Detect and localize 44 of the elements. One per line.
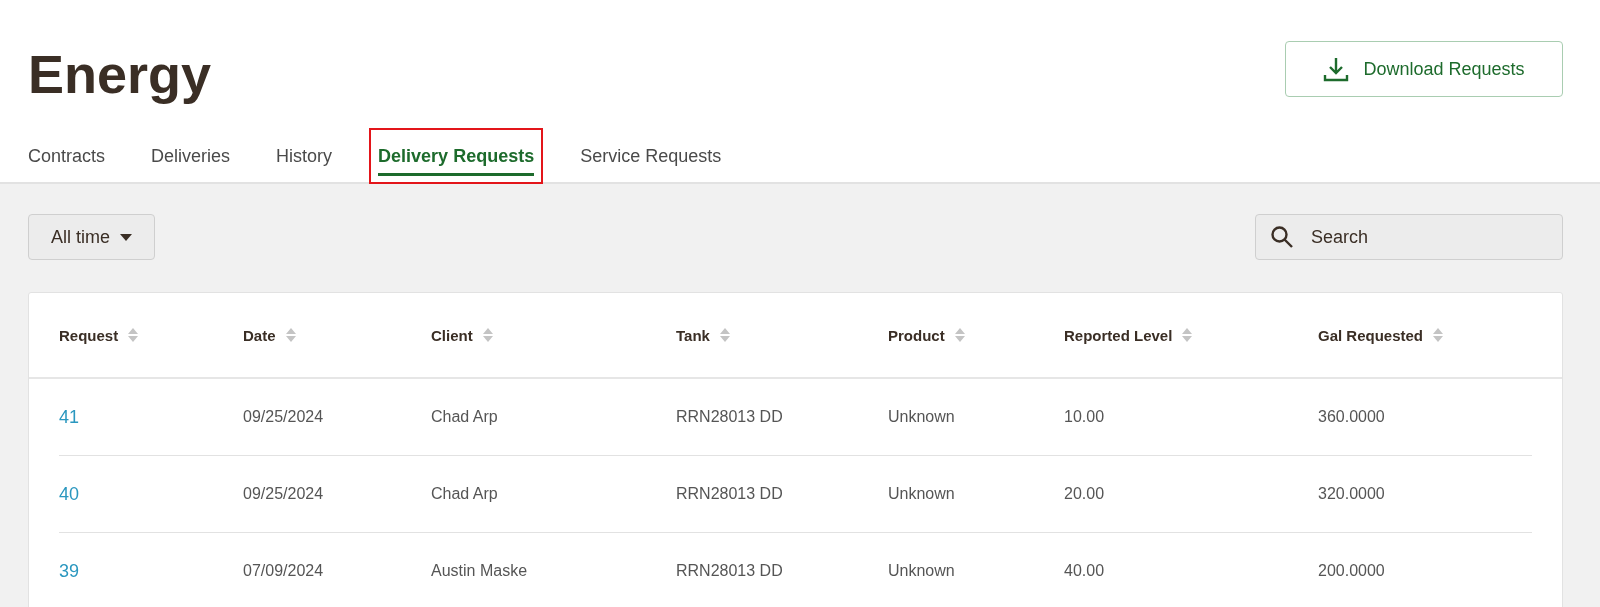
table-cell-text: Chad Arp — [431, 408, 499, 426]
column-header: Product — [888, 326, 945, 344]
tab[interactable]: Service Requests — [573, 130, 729, 182]
sort-icon[interactable] — [1433, 327, 1444, 343]
table-cell-text: Unknown — [888, 408, 956, 426]
table-cell-text: RRN28013 DD — [676, 485, 784, 503]
sort-icon[interactable] — [482, 327, 493, 343]
table-cell-text: Austin Maske — [431, 562, 529, 580]
table-cell-text: 200.0000 — [1318, 562, 1386, 580]
caret-icon — [120, 233, 132, 241]
table-cell-text: 07/09/2024 — [243, 562, 325, 580]
tab[interactable]: Contracts — [21, 130, 113, 182]
sort-icon[interactable] — [719, 327, 730, 343]
sort-icon[interactable] — [1182, 327, 1193, 343]
column-header: Reported Level — [1064, 326, 1173, 344]
table-cell-text: 09/25/2024 — [243, 485, 325, 503]
table-cell-text: 40.00 — [1064, 562, 1106, 580]
table-cell-text: 20.00 — [1064, 485, 1106, 503]
download-icon — [1323, 56, 1350, 82]
table-cell-text: 09/25/2024 — [243, 408, 325, 426]
search-field[interactable]: Search — [1255, 214, 1563, 260]
search-icon — [1270, 225, 1294, 249]
page-title: Energy — [28, 44, 212, 104]
sort-icon[interactable] — [954, 327, 965, 343]
column-header: Client — [431, 326, 473, 344]
sort-icon[interactable] — [128, 327, 139, 343]
table-cell-text: RRN28013 DD — [676, 562, 784, 580]
tab[interactable]: Deliveries — [144, 130, 238, 182]
table-cell-text: RRN28013 DD — [676, 408, 784, 426]
table-cell-text: 10.00 — [1064, 408, 1106, 426]
column-header: Request — [59, 326, 119, 344]
time-filter-dropdown[interactable]: All time — [28, 214, 155, 260]
column-header: Tank — [676, 326, 710, 344]
sort-icon[interactable] — [285, 327, 296, 343]
table-cell-text: 320.0000 — [1318, 485, 1386, 503]
tab[interactable]: History — [269, 130, 340, 182]
table-cell-text: 360.0000 — [1318, 408, 1386, 426]
column-header: Gal Requested — [1318, 326, 1424, 344]
table-cell-text: Unknown — [888, 562, 956, 580]
download-button[interactable]: Download Requests — [1285, 41, 1563, 97]
tab[interactable]: Delivery Requests — [371, 130, 542, 182]
table-cell-text: Chad Arp — [431, 485, 499, 503]
table-cell-text: Unknown — [888, 485, 956, 503]
column-header: Date — [243, 326, 276, 344]
